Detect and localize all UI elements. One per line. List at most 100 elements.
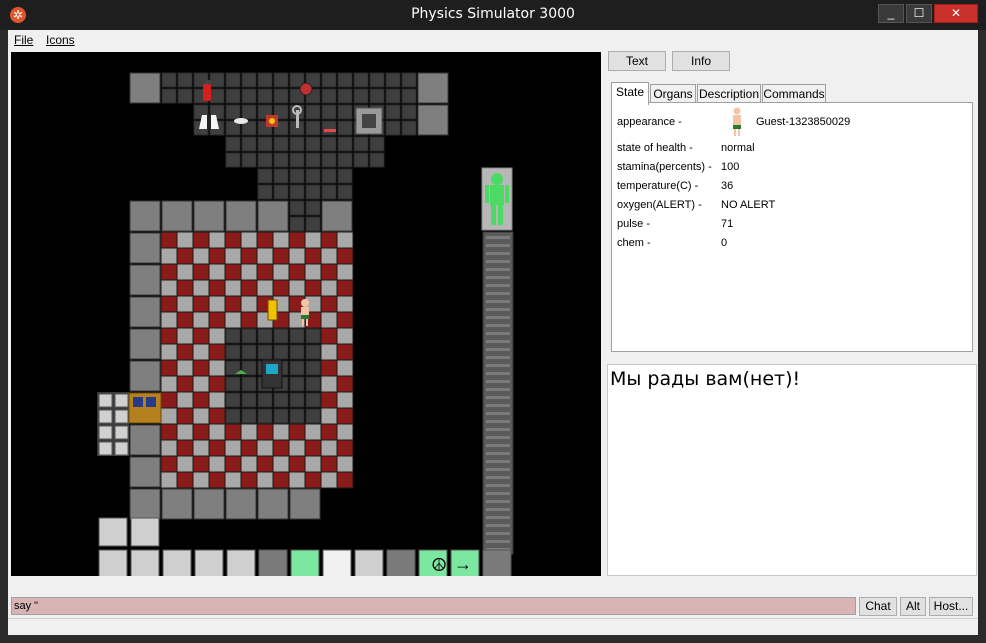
floor-tile [336,423,354,441]
tab-state[interactable]: State [611,82,649,105]
computer-console-icon[interactable] [261,359,283,389]
hud-slot-left-2[interactable] [130,517,160,547]
menu-file[interactable]: File [14,33,33,47]
floor-tile [160,279,178,297]
floor-tile [305,104,321,120]
close-button[interactable]: ✕ [934,4,978,23]
floor-tile [304,455,322,473]
floor-tile [305,152,321,168]
floor-tile [224,471,242,489]
floor-tile [336,295,354,313]
floor-tile [336,471,354,489]
gloves-icon[interactable] [234,118,248,124]
state-label-oxygen: oxygen(ALERT) - [617,199,702,211]
airlock-door-icon[interactable] [128,392,162,424]
text-button[interactable]: Text [608,51,666,71]
floor-tile [176,407,194,425]
tab-organs[interactable]: Organs [650,84,696,104]
tab-description[interactable]: Description [697,84,761,104]
floor-tile [192,455,210,473]
pipe-rib [486,444,510,447]
state-value-temperature: 36 [721,180,734,192]
wall-tile [129,296,161,328]
minimize-button[interactable]: _ [878,4,904,23]
floor-tile [321,104,337,120]
game-map[interactable]: ☮ → [11,52,601,576]
floor-tile [177,72,193,88]
hud-slot-end[interactable] [482,549,512,576]
floor-tile [160,375,178,393]
floor-tile [225,136,241,152]
alarm-icon[interactable] [299,82,313,96]
helmet-icon[interactable] [162,549,192,576]
floor-tile [369,72,385,88]
chat-button[interactable]: Chat [859,597,897,616]
floor-tile [240,247,258,265]
maximize-button[interactable]: ☐ [906,4,932,23]
tab-commands[interactable]: Commands [762,84,826,104]
floor-tile [321,120,337,136]
human-figure-icon[interactable] [354,549,384,576]
machine-icon[interactable] [355,107,383,135]
floor-tile [176,375,194,393]
wall-tile [193,488,225,520]
pipe-rib [486,508,510,511]
floor-tile [224,311,242,329]
floor-tile [336,311,354,329]
armor-icon[interactable] [194,549,224,576]
floor-tile [161,88,177,104]
lab-coat-icon[interactable] [199,115,219,129]
cable-icon[interactable] [324,129,336,132]
floor-tile [208,231,226,249]
side-tile [98,409,113,424]
menu-file-label: File [14,33,34,47]
wall-tile [225,488,257,520]
side-tile [114,393,129,408]
pipe-rib [486,436,510,439]
floor-tile [320,279,338,297]
alt-button[interactable]: Alt [900,597,926,616]
floor-tile [256,439,274,457]
yellow-pda-icon[interactable] [267,299,278,321]
health-doll-icon [481,167,513,231]
info-button[interactable]: Info [672,51,730,71]
hud-slot-green-1[interactable] [290,549,320,576]
hud-slot-grey-2[interactable] [386,549,416,576]
floor-tile [320,375,338,393]
floor-tile [321,152,337,168]
floor-tile [208,247,226,265]
gas-mask-icon[interactable] [226,549,256,576]
floor-tile [305,216,321,232]
throw-icon[interactable] [98,549,128,576]
floor-tile [208,295,226,313]
pipe-rib [486,516,510,519]
hud-slot-left-1[interactable] [98,517,128,547]
state-label-health: state of health - [617,142,693,154]
floor-tile [288,423,306,441]
pipe-rib [486,244,510,247]
floor-tile [225,88,241,104]
floor-tile [320,391,338,409]
command-input[interactable]: say " [11,597,856,615]
ear-icon[interactable] [130,549,160,576]
floor-tile [208,279,226,297]
host-button[interactable]: Host... [929,597,973,616]
map-canvas[interactable]: ☮ → [11,52,601,576]
robot-icon[interactable] [266,115,278,127]
floor-tile [256,455,274,473]
chat-output[interactable]: Мы рады вам(нет)! [607,364,977,576]
floor-tile [321,136,337,152]
floor-tile [320,407,338,425]
floor-tile [256,471,274,489]
hud-slot-grey-1[interactable] [258,549,288,576]
floor-tile [320,327,338,345]
floor-tile [305,360,321,376]
hud-slot-white[interactable] [322,549,352,576]
floor-tile [160,359,178,377]
menu-icons[interactable]: Icons [46,33,75,47]
pipe-rib [486,428,510,431]
floor-tile [337,88,353,104]
pipe-rib [486,252,510,255]
pipe-rib [486,380,510,383]
floor-tile [208,455,226,473]
